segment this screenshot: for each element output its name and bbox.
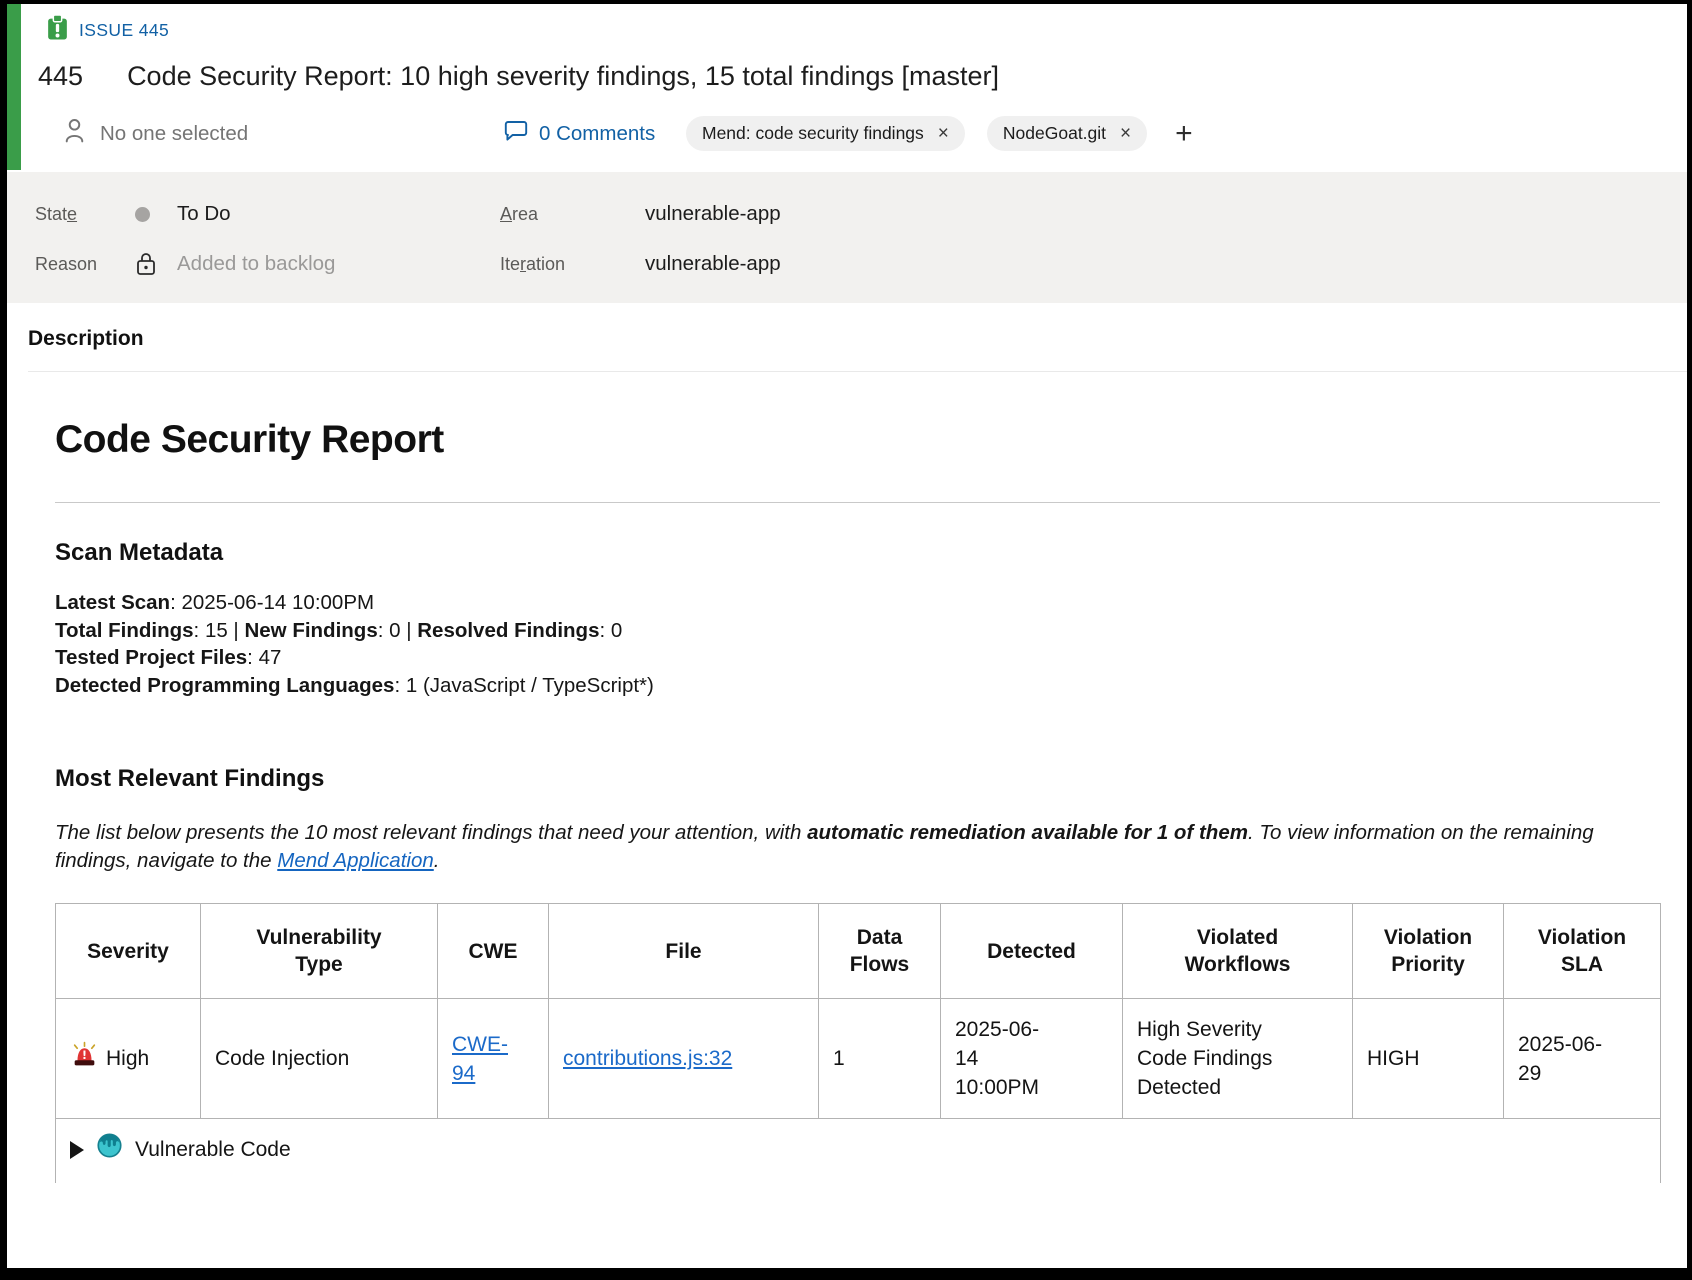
report-rule <box>55 502 1660 503</box>
col-file: File <box>549 904 819 999</box>
add-tag-button[interactable]: + <box>1169 117 1199 151</box>
mend-application-link[interactable]: Mend Application <box>277 849 434 872</box>
cwe-cell: CWE-94 <box>438 999 549 1119</box>
issue-icon <box>46 14 69 46</box>
remove-tag-icon[interactable]: × <box>1120 124 1131 143</box>
detected-cell: 2025-06-14 10:00PM <box>941 999 1123 1119</box>
area-field[interactable]: Area vulnerable-app <box>467 189 781 239</box>
tag-pill[interactable]: Mend: code security findings × <box>686 116 965 151</box>
col-violated-workflows: Violated Workflows <box>1123 904 1353 999</box>
file-cell: contributions.js:32 <box>549 999 819 1119</box>
languages-line: Detected Programming Languages: 1 (JavaS… <box>55 672 1657 700</box>
reason-field: Reason Added to backlog <box>7 239 467 289</box>
area-label: Area <box>500 204 645 225</box>
reason-value: Added to backlog <box>177 252 335 276</box>
col-data-flows: Data Flows <box>819 904 941 999</box>
state-field[interactable]: State To Do <box>7 189 467 239</box>
col-vulnerability-type: Vulnerability Type <box>201 904 438 999</box>
work-item-id: 445 <box>38 61 83 92</box>
svg-text:!: ! <box>82 1048 87 1062</box>
most-relevant-findings-heading: Most Relevant Findings <box>55 765 1657 793</box>
work-item-header: ISSUE 445 445 Code Security Report: 10 h… <box>7 4 1687 158</box>
comments-count-label: 0 Comments <box>539 122 655 146</box>
col-severity: Severity <box>56 904 201 999</box>
person-icon <box>62 116 87 151</box>
iteration-value[interactable]: vulnerable-app <box>645 252 781 276</box>
violated-workflows-cell: High Severity Code Findings Detected <box>1123 999 1353 1119</box>
scan-metadata-lines: Latest Scan: 2025-06-14 10:00PM Total Fi… <box>55 589 1657 699</box>
area-value[interactable]: vulnerable-app <box>645 202 781 226</box>
report-title: Code Security Report <box>55 418 1657 462</box>
state-value[interactable]: To Do <box>177 202 231 226</box>
iteration-field[interactable]: Iteration vulnerable-app <box>467 239 781 289</box>
expand-triangle-icon <box>70 1141 84 1159</box>
issue-type-label: ISSUE 445 <box>79 20 169 41</box>
col-cwe: CWE <box>438 904 549 999</box>
severity-cell: ! High <box>56 999 201 1119</box>
scan-metadata-heading: Scan Metadata <box>55 539 1657 567</box>
state-label: State <box>35 204 135 225</box>
comment-bubble-icon <box>503 118 529 149</box>
description-section-label: Description <box>7 303 1687 351</box>
tag-label: NodeGoat.git <box>1003 123 1106 144</box>
assignee-placeholder: No one selected <box>100 122 248 146</box>
file-link[interactable]: contributions.js:32 <box>563 1047 732 1070</box>
tag-list: Mend: code security findings × NodeGoat.… <box>686 116 1199 151</box>
vulnerable-code-expander[interactable]: Vulnerable Code <box>70 1132 1646 1167</box>
tag-pill[interactable]: NodeGoat.git × <box>987 116 1147 151</box>
findings-intro: The list below presents the 10 most rele… <box>55 819 1657 875</box>
remove-tag-icon[interactable]: × <box>938 124 949 143</box>
description-content: Code Security Report Scan Metadata Lates… <box>7 372 1687 1183</box>
table-header-row: Severity Vulnerability Type CWE File Dat… <box>56 904 1661 999</box>
siren-icon: ! <box>70 1041 99 1076</box>
findings-counts-line: Total Findings: 15 | New Findings: 0 | R… <box>55 617 1657 645</box>
cwe-link[interactable]: CWE-94 <box>452 1030 507 1088</box>
work-item-window: ISSUE 445 445 Code Security Report: 10 h… <box>0 0 1692 1280</box>
iteration-label: Iteration <box>500 254 645 275</box>
reason-label: Reason <box>35 254 135 275</box>
violation-sla-cell: 2025-06-29 <box>1504 999 1661 1119</box>
col-detected: Detected <box>941 904 1123 999</box>
assignee-field[interactable]: No one selected <box>62 116 248 151</box>
col-violation-sla: Violation SLA <box>1504 904 1661 999</box>
vulnerable-code-label: Vulnerable Code <box>135 1135 291 1164</box>
fields-section: State To Do Reason Added to backlog Area <box>7 172 1687 303</box>
severity-value: High <box>106 1044 149 1073</box>
tested-files-line: Tested Project Files: 47 <box>55 644 1657 672</box>
col-violation-priority: Violation Priority <box>1353 904 1504 999</box>
work-item-title[interactable]: Code Security Report: 10 high severity f… <box>127 61 999 92</box>
wave-icon <box>96 1132 123 1167</box>
finding-row: ! High Code Injection CWE-94 contributio… <box>56 999 1661 1119</box>
tag-label: Mend: code security findings <box>702 123 924 144</box>
violation-priority-cell: HIGH <box>1353 999 1504 1119</box>
state-dot-icon <box>135 207 150 222</box>
latest-scan-line: Latest Scan: 2025-06-14 10:00PM <box>55 589 1657 617</box>
findings-table: Severity Vulnerability Type CWE File Dat… <box>55 903 1661 1183</box>
comments-link[interactable]: 0 Comments <box>503 118 655 149</box>
data-flows-cell: 1 <box>819 999 941 1119</box>
vulnerable-code-row: Vulnerable Code <box>56 1119 1661 1184</box>
lock-icon <box>135 251 177 277</box>
vulnerability-type-cell: Code Injection <box>201 999 438 1119</box>
